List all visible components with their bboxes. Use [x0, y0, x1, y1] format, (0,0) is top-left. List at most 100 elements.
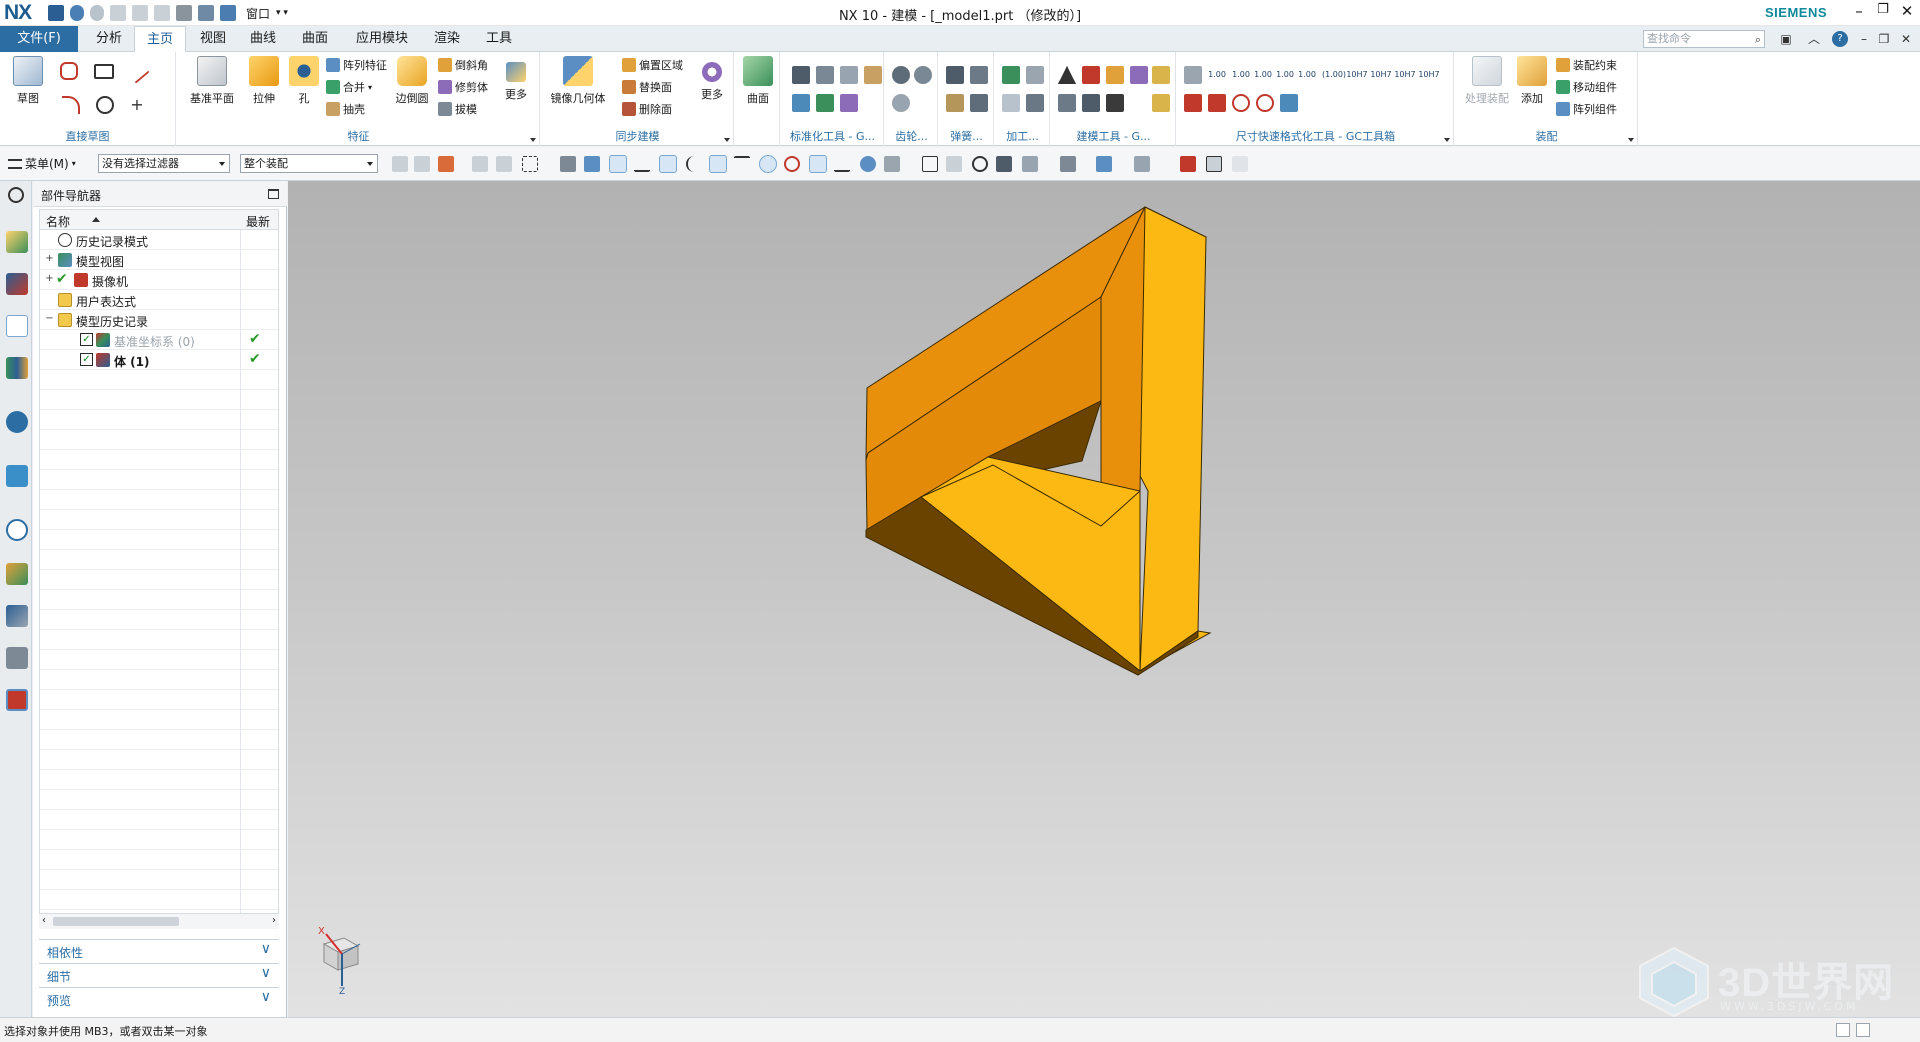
rectangle-icon[interactable] — [94, 64, 114, 79]
line-icon[interactable] — [124, 58, 150, 84]
arc-icon[interactable] — [62, 96, 80, 114]
shaded-icon[interactable] — [996, 156, 1012, 172]
expand-icon[interactable]: + — [44, 274, 55, 285]
expand-icon[interactable]: + — [44, 254, 55, 265]
edit-object-display-icon[interactable] — [1180, 156, 1196, 172]
feature-more-button[interactable]: 更多 — [500, 56, 532, 102]
edge-blend-button[interactable]: 边倒圆 — [392, 56, 432, 106]
machining-icon[interactable] — [1002, 66, 1020, 84]
graphics-window[interactable] — [288, 181, 1920, 1017]
render-style-icon[interactable] — [1060, 156, 1076, 172]
minimize-icon[interactable]: – — [1848, 2, 1870, 20]
tab-home[interactable]: 主页 — [134, 26, 186, 53]
draft-button[interactable]: 拔模 — [438, 100, 477, 118]
main-menu-button[interactable]: 菜单(M) ▾ — [8, 155, 76, 172]
snap-pole-icon[interactable] — [884, 156, 900, 172]
spring-icon[interactable] — [970, 94, 988, 112]
penrose-triangle-model[interactable] — [288, 181, 1920, 1017]
close-icon[interactable]: ✕ — [1898, 31, 1914, 47]
diameter-icon[interactable] — [1232, 94, 1250, 112]
solid-body-icon[interactable] — [584, 156, 600, 172]
gear-icon[interactable] — [8, 187, 24, 203]
copy-icon[interactable] — [132, 5, 148, 21]
tree-row-user-expressions[interactable]: 用户表达式 — [40, 290, 278, 310]
web-browser-icon[interactable] — [6, 465, 28, 487]
restore-icon[interactable]: ❐ — [1872, 2, 1894, 17]
file-menu-button[interactable]: 文件(F) — [0, 26, 78, 52]
filter-icon[interactable] — [496, 156, 512, 172]
column-latest[interactable]: 最新 — [246, 213, 270, 230]
snap-endpoint-icon[interactable] — [634, 156, 650, 172]
close-icon[interactable]: ✕ — [1896, 2, 1918, 20]
tool-icon[interactable] — [792, 94, 810, 112]
chevron-down-icon[interactable] — [1444, 138, 1450, 142]
chevron-down-icon[interactable] — [530, 138, 536, 142]
preview-panel[interactable]: 预览 ∨ — [39, 987, 279, 1009]
dimension-icon[interactable] — [1280, 94, 1298, 112]
process-assembly-button[interactable]: 处理装配 — [1464, 56, 1510, 106]
zoom-icon[interactable] — [946, 156, 962, 172]
restore-icon[interactable]: ❐ — [1876, 31, 1892, 47]
extrude-button[interactable]: 拉伸 — [244, 56, 284, 106]
collapse-ribbon-icon[interactable]: ︿ — [1806, 31, 1822, 47]
system-materials-icon[interactable] — [6, 563, 28, 585]
snap-midpoint-icon[interactable] — [659, 155, 677, 173]
snap-quadrant-icon[interactable] — [784, 156, 800, 172]
tool-icon[interactable] — [1058, 94, 1076, 112]
repeat-command-icon[interactable] — [176, 5, 192, 21]
status-icon[interactable] — [1836, 1023, 1850, 1037]
dimension-icon[interactable] — [1184, 94, 1202, 112]
filter-icon[interactable] — [392, 156, 408, 172]
tree-row-cameras[interactable]: + ✔ 摄像机 — [40, 270, 278, 290]
gear-icon[interactable] — [892, 94, 910, 112]
window-icon[interactable] — [220, 5, 236, 21]
command-search-input[interactable]: 查找命令 ⌕ — [1643, 30, 1765, 48]
add-component-button[interactable]: 添加 — [1514, 56, 1550, 106]
tool-icon[interactable] — [1082, 94, 1100, 112]
save-icon[interactable] — [48, 5, 64, 21]
hd3d-tools-icon[interactable] — [6, 411, 28, 433]
chamfer-button[interactable]: 倒斜角 — [438, 56, 488, 74]
part-navigator-icon[interactable] — [6, 315, 28, 337]
touch-mode-icon[interactable] — [198, 5, 214, 21]
sketch-button[interactable]: 草图 — [8, 56, 48, 106]
dimension-icon[interactable] — [1184, 66, 1202, 84]
scroll-thumb[interactable] — [53, 917, 179, 926]
snap-center-icon[interactable] — [759, 155, 777, 173]
column-name[interactable]: 名称 — [46, 213, 70, 230]
dim-format-button[interactable]: 10H7 — [1418, 66, 1440, 84]
snap-tangent-icon[interactable] — [734, 156, 750, 172]
tab-tools[interactable]: 工具 — [476, 26, 522, 52]
help-icon[interactable]: ? — [1832, 31, 1848, 47]
tab-view[interactable]: 视图 — [190, 26, 236, 52]
dim-format-button[interactable]: 1.00 — [1276, 66, 1294, 84]
pattern-component-button[interactable]: 阵列组件 — [1556, 100, 1617, 118]
dim-format-button[interactable]: (1.00) — [1322, 66, 1346, 84]
type-filter-select[interactable]: 没有选择过滤器 — [98, 154, 230, 173]
tree-row-model-history[interactable]: − 模型历史记录 — [40, 310, 278, 330]
collapse-icon[interactable]: − — [44, 314, 55, 325]
wcs-icon[interactable] — [1232, 156, 1248, 172]
sync-more-button[interactable]: 更多 — [696, 56, 728, 102]
filter-icon[interactable] — [472, 156, 488, 172]
tool-icon[interactable] — [840, 94, 858, 112]
move-component-button[interactable]: 移动组件 — [1556, 78, 1617, 96]
details-panel[interactable]: 细节 ∨ — [39, 963, 279, 985]
tree-row-history-mode[interactable]: 历史记录模式 — [40, 230, 278, 250]
machining-icon[interactable] — [1026, 66, 1044, 84]
tool-icon[interactable] — [1106, 66, 1124, 84]
tool-icon[interactable] — [864, 66, 882, 84]
offset-region-button[interactable]: 偏置区域 — [622, 56, 683, 74]
tab-render[interactable]: 渲染 — [424, 26, 470, 52]
selection-scope-select[interactable]: 整个装配 — [240, 154, 378, 173]
visibility-checkbox[interactable]: ✓ — [80, 333, 93, 346]
surface-button[interactable]: 曲面 — [740, 56, 776, 106]
tab-curve[interactable]: 曲线 — [240, 26, 286, 52]
tool-icon[interactable] — [1106, 94, 1124, 112]
dim-format-button[interactable]: 1.00 — [1208, 66, 1226, 84]
assembly-constraints-button[interactable]: 装配约束 — [1556, 56, 1617, 74]
work-layer-icon[interactable] — [1206, 156, 1222, 172]
dimension-icon[interactable] — [1208, 94, 1226, 112]
window-menu[interactable]: 窗口 — [246, 5, 270, 22]
datum-plane-button[interactable]: 基准平面 — [186, 56, 238, 106]
